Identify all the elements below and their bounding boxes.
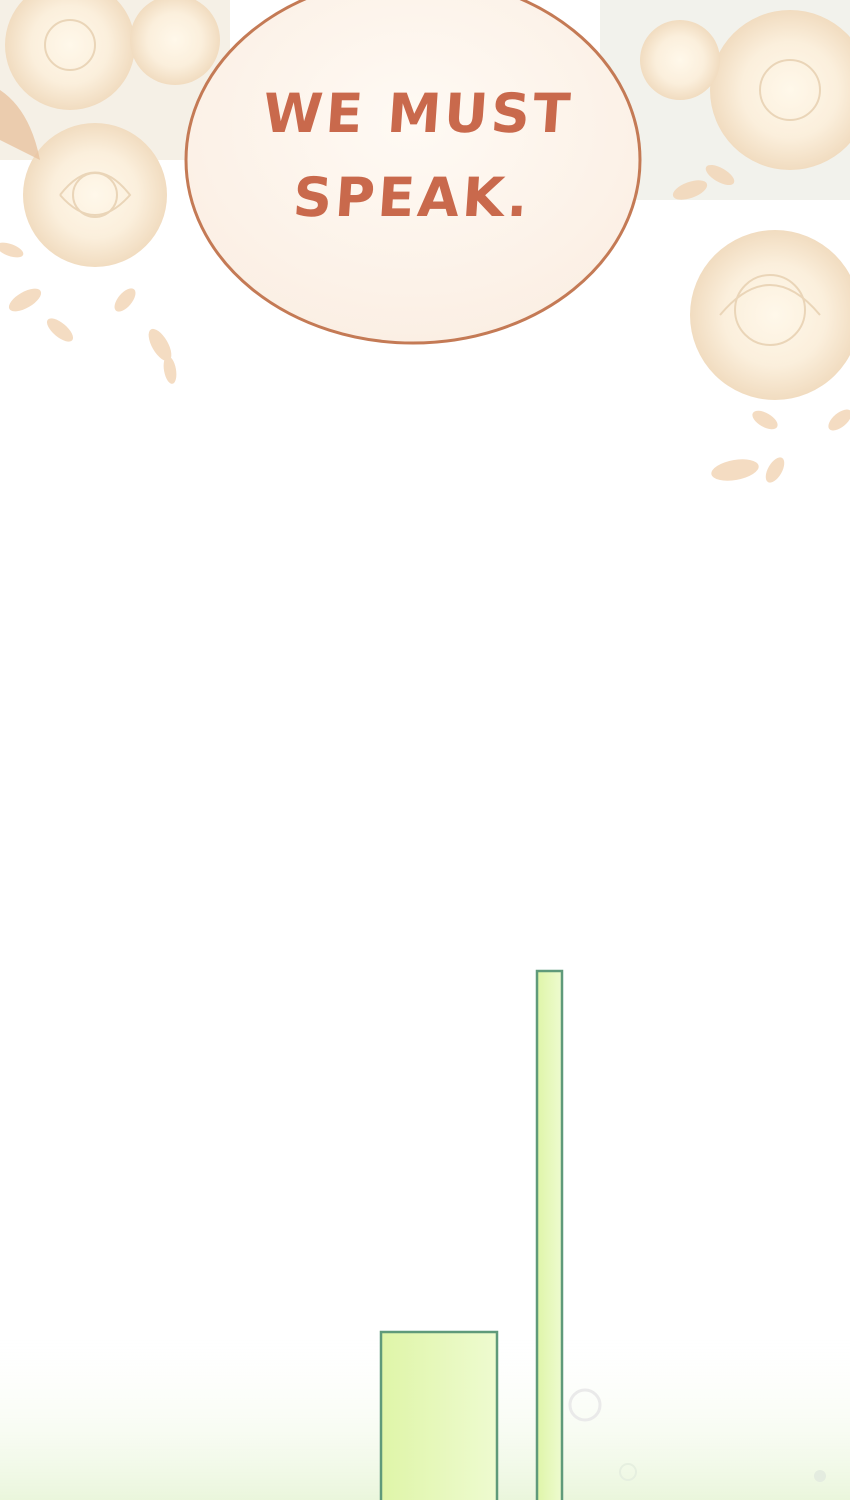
white-rose-icon — [640, 20, 720, 100]
light-bubble — [814, 1470, 826, 1482]
left-flower-cluster — [0, 0, 220, 384]
green-pillar-icon — [379, 1330, 499, 1500]
speech-bubble-text: WE MUST SPEAK. — [260, 82, 575, 229]
white-rose-icon — [690, 230, 850, 400]
right-flower-cluster — [640, 10, 850, 483]
white-rose-icon — [23, 123, 167, 267]
comic-panel: WE MUST SPEAK. — [0, 0, 850, 1500]
green-pillar-icon — [535, 969, 564, 1500]
